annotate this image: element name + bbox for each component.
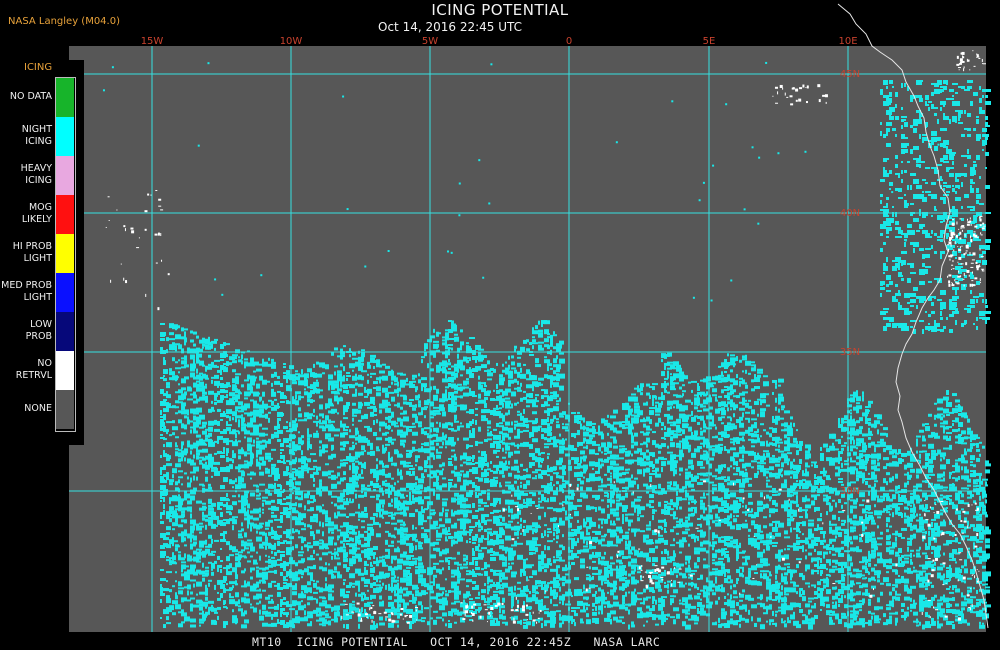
legend-label-line: RETRVL — [15, 370, 52, 381]
icing-map: 15W 10W 5W 0 5E 10E 45N 40N 35N 30N — [40, 3, 991, 632]
legend-frame — [55, 77, 76, 432]
legend-label-3: MOG LIKELY — [0, 202, 52, 226]
legend-label-line: ICING — [25, 175, 52, 186]
legend-label-1: NIGHT ICING — [0, 124, 52, 148]
legend-label-8: NONE — [0, 403, 52, 415]
legend-label-line: LIGHT — [23, 253, 52, 264]
legend-label-line: NO — [37, 358, 52, 369]
lat-label-2: 35N — [840, 347, 860, 358]
legend-label-line: ICING — [25, 136, 52, 147]
legend-label-line: MED PROB — [1, 280, 52, 291]
longitude-labels: 15W 10W 5W 0 5E 10E — [141, 36, 858, 47]
lat-label-0: 45N — [840, 69, 860, 80]
legend-label-line: HI PROB — [12, 241, 52, 252]
legend-label-line: NO DATA — [9, 91, 52, 102]
legend-label-line: LIGHT — [23, 292, 52, 303]
legend-label-line: NIGHT — [21, 124, 52, 135]
legend-label-line: MOG — [28, 202, 52, 213]
legend-label-line: PROB — [25, 331, 52, 342]
lon-label-2: 5W — [422, 36, 438, 47]
legend-label-6: LOW PROB — [0, 319, 52, 343]
legend-label-line: NONE — [24, 403, 52, 414]
footer-text: MT10 ICING POTENTIAL OCT 14, 2016 22:45Z… — [252, 635, 661, 649]
legend-label-line: LIKELY — [21, 214, 52, 225]
lat-label-3: 30N — [840, 486, 860, 497]
lat-label-1: 40N — [840, 208, 860, 219]
lon-label-4: 5E — [703, 36, 716, 47]
lon-label-1: 10W — [280, 36, 303, 47]
legend-label-4: HI PROB LIGHT — [0, 241, 52, 265]
legend-label-7: NO RETRVL — [0, 358, 52, 382]
legend-label-line: LOW — [30, 319, 52, 330]
lon-label-5: 10E — [838, 36, 857, 47]
legend-label-2: HEAVY ICING — [0, 163, 52, 187]
lon-label-3: 0 — [566, 36, 572, 47]
legend-label-5: MED PROB LIGHT — [0, 280, 52, 304]
lon-label-0: 15W — [141, 36, 164, 47]
legend-label-line: HEAVY — [20, 163, 52, 174]
legend-label-0: NO DATA — [0, 91, 52, 103]
